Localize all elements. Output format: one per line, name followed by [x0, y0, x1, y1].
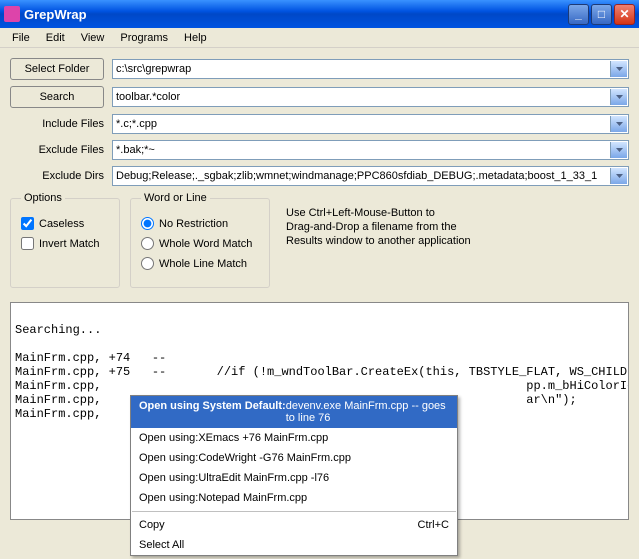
menu-file[interactable]: File: [4, 30, 38, 46]
word-or-line-group: Word or Line No Restriction Whole Word M…: [130, 192, 270, 288]
exclude-files-input[interactable]: *.bak;*~: [112, 140, 629, 160]
minimize-button[interactable]: _: [568, 4, 589, 25]
results-line[interactable]: MainFrm.cpp, pp.m_bHiColorIcons ? IDR_: [15, 379, 629, 393]
ctx-copy[interactable]: CopyCtrl+C: [131, 515, 457, 535]
whole-line-radio[interactable]: Whole Line Match: [141, 257, 259, 270]
exclude-dirs-input[interactable]: Debug;Release;._sgbak;zlib;wmnet;windman…: [112, 166, 629, 186]
results-line: Searching...: [15, 323, 101, 337]
ctx-open-codewright[interactable]: Open using: CodeWright -G76 MainFrm.cpp: [131, 448, 457, 468]
close-button[interactable]: ✕: [614, 4, 635, 25]
search-input[interactable]: toolbar.*color: [112, 87, 629, 107]
chevron-down-icon[interactable]: [610, 116, 627, 132]
menu-view[interactable]: View: [73, 30, 113, 46]
app-icon: [4, 6, 20, 22]
caseless-checkbox[interactable]: Caseless: [21, 217, 109, 230]
options-legend: Options: [21, 192, 65, 204]
search-button[interactable]: Search: [10, 86, 104, 108]
whole-word-radio[interactable]: Whole Word Match: [141, 237, 259, 250]
menubar: File Edit View Programs Help: [0, 28, 639, 48]
window-title: GrepWrap: [24, 7, 568, 22]
ctx-select-all[interactable]: Select All: [131, 535, 457, 555]
word-legend: Word or Line: [141, 192, 210, 204]
ctx-open-notepad[interactable]: Open using: Notepad MainFrm.cpp: [131, 488, 457, 508]
results-line[interactable]: MainFrm.cpp, +75 -- //if (!m_wndToolBar.…: [15, 365, 629, 379]
include-files-label: Include Files: [10, 118, 104, 130]
results-line[interactable]: MainFrm.cpp, +74 --: [15, 351, 166, 365]
ctx-open-xemacs[interactable]: Open using: XEmacs +76 MainFrm.cpp: [131, 428, 457, 448]
results-line[interactable]: MainFrm.cpp,: [15, 407, 101, 421]
folder-input[interactable]: c:\src\grepwrap: [112, 59, 629, 79]
options-group: Options Caseless Invert Match: [10, 192, 120, 288]
menu-help[interactable]: Help: [176, 30, 215, 46]
context-menu: Open using System Default: devenv.exe Ma…: [130, 395, 458, 556]
no-restriction-radio[interactable]: No Restriction: [141, 217, 259, 230]
invert-match-checkbox[interactable]: Invert Match: [21, 237, 109, 250]
chevron-down-icon[interactable]: [610, 168, 627, 184]
exclude-dirs-label: Exclude Dirs: [10, 170, 104, 182]
separator: [132, 511, 456, 512]
exclude-files-label: Exclude Files: [10, 144, 104, 156]
hint-text: Use Ctrl+Left-Mouse-Button to Drag-and-D…: [280, 192, 477, 288]
titlebar[interactable]: GrepWrap _ □ ✕: [0, 0, 639, 28]
menu-programs[interactable]: Programs: [112, 30, 176, 46]
ctx-open-default[interactable]: Open using System Default: devenv.exe Ma…: [131, 396, 457, 428]
chevron-down-icon[interactable]: [610, 89, 627, 105]
select-folder-button[interactable]: Select Folder: [10, 58, 104, 80]
maximize-button[interactable]: □: [591, 4, 612, 25]
chevron-down-icon[interactable]: [610, 142, 627, 158]
ctx-open-ultraedit[interactable]: Open using: UltraEdit MainFrm.cpp -l76: [131, 468, 457, 488]
include-files-input[interactable]: *.c;*.cpp: [112, 114, 629, 134]
menu-edit[interactable]: Edit: [38, 30, 73, 46]
chevron-down-icon[interactable]: [610, 61, 627, 77]
